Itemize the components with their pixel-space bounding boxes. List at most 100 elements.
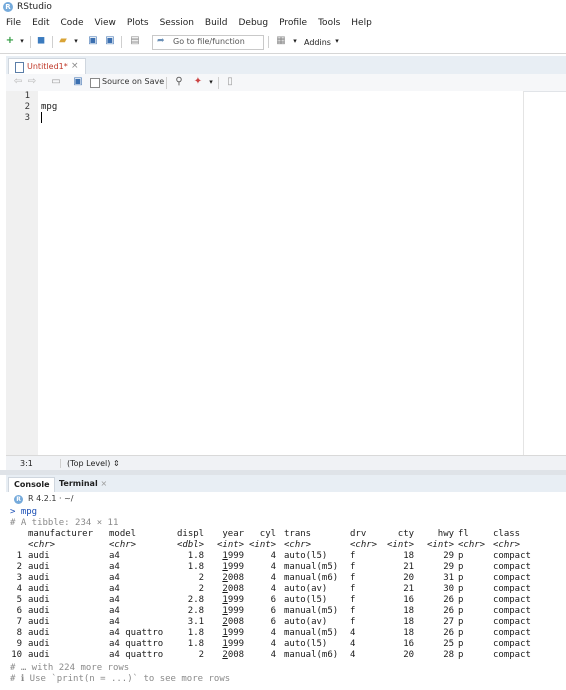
source-on-save-label: Source on Save <box>102 77 165 86</box>
scope-selector[interactable]: (Top Level) ⇕ <box>60 459 120 468</box>
editor-status-bar: 3:1 (Top Level) ⇕ <box>6 455 566 471</box>
console-output[interactable]: > mpg # A tibble: 234 × 11 manufacturer m… <box>6 507 566 690</box>
addins-dropdown-icon[interactable]: ▾ <box>331 35 343 47</box>
column-type: <chr> <box>28 540 56 550</box>
open-folder-icon[interactable]: ▰ <box>57 35 69 47</box>
table-cell: 4 <box>270 573 277 583</box>
pane-layout-icon[interactable]: ▦ <box>275 35 287 47</box>
new-project-icon[interactable]: ◼ <box>35 35 47 47</box>
table-cell: auto(l5) <box>284 639 328 649</box>
toolbar-divider <box>121 36 122 48</box>
go-to-arrow-icon: ➦ <box>157 36 165 46</box>
table-cell: audi <box>28 606 50 616</box>
pane-layout-dropdown-icon[interactable]: ▾ <box>289 35 301 47</box>
table-cell: 20 <box>403 650 415 660</box>
column-header: hwy <box>437 529 455 539</box>
addins-button[interactable]: Addins <box>304 38 331 47</box>
menu-session[interactable]: Session <box>154 15 199 31</box>
table-cell: compact <box>493 628 531 638</box>
forward-arrow-icon[interactable]: ⇨ <box>26 76 38 88</box>
column-header: class <box>493 529 521 539</box>
menu-file[interactable]: File <box>0 15 26 31</box>
new-file-icon[interactable]: + <box>4 35 16 47</box>
print-hint: # ℹ Use `print(n = ...)` to see more row… <box>10 674 231 684</box>
table-cell: 2 <box>198 584 205 594</box>
scope-updown-icon: ⇕ <box>112 459 120 468</box>
table-cell: 16 <box>403 595 415 605</box>
save-icon[interactable]: ▣ <box>87 35 99 47</box>
table-cell: a4 <box>109 617 120 627</box>
text-cursor <box>41 112 42 123</box>
row-index: 3 <box>16 573 23 583</box>
table-cell: 29 <box>443 551 455 561</box>
table-cell: 1999 <box>222 551 245 561</box>
close-tab-icon[interactable]: × <box>100 479 107 488</box>
table-cell: p <box>458 584 464 594</box>
column-type: <chr> <box>350 540 378 550</box>
back-arrow-icon[interactable]: ⇦ <box>12 76 24 88</box>
table-cell: a4 <box>109 551 120 561</box>
table-cell: audi <box>28 562 50 572</box>
menu-build[interactable]: Build <box>199 15 233 31</box>
tab-console[interactable]: Console <box>8 477 55 493</box>
table-cell: manual(m5) <box>284 562 339 572</box>
code-tools-dropdown-icon[interactable]: ▾ <box>205 76 217 88</box>
console-tab-bar: Console Terminal × <box>6 475 566 493</box>
table-cell: audi <box>28 639 50 649</box>
table-cell: compact <box>493 617 531 627</box>
column-header: drv <box>350 529 367 539</box>
table-cell: p <box>458 595 464 605</box>
show-in-window-icon[interactable]: ▭ <box>50 76 62 88</box>
menu-view[interactable]: View <box>89 15 121 31</box>
table-cell: 4 <box>350 628 356 638</box>
table-cell: 1999 <box>222 639 245 649</box>
table-cell: 4 <box>350 650 356 660</box>
menu-plots[interactable]: Plots <box>121 15 154 31</box>
table-cell: 18 <box>403 606 415 616</box>
row-index: 4 <box>16 584 23 594</box>
code-line[interactable]: mpg <box>41 102 57 112</box>
toolbar-divider <box>30 36 31 48</box>
table-cell: 26 <box>443 628 455 638</box>
search-icon[interactable]: ⚲ <box>173 76 185 88</box>
table-cell: 28 <box>443 650 455 660</box>
console-command: > mpg <box>10 507 38 517</box>
go-to-file-input[interactable]: ➦ Go to file/function <box>152 35 264 50</box>
table-cell: 4 <box>270 650 277 660</box>
table-cell: 2008 <box>222 573 245 583</box>
menu-profile[interactable]: Profile <box>273 15 312 31</box>
close-tab-icon[interactable]: × <box>71 61 79 71</box>
new-file-dropdown-icon[interactable]: ▾ <box>16 35 28 47</box>
menu-help[interactable]: Help <box>345 15 377 31</box>
table-cell: compact <box>493 584 531 594</box>
source-on-save-checkbox[interactable] <box>90 78 100 88</box>
compile-report-icon[interactable]: ▯ <box>224 76 236 88</box>
table-cell: 4 <box>270 562 277 572</box>
row-index: 2 <box>16 562 23 572</box>
menu-edit[interactable]: Edit <box>26 15 54 31</box>
open-recent-dropdown-icon[interactable]: ▾ <box>70 35 82 47</box>
table-cell: 6 <box>270 595 277 605</box>
table-cell: 2.8 <box>187 606 205 616</box>
print-icon[interactable]: ▤ <box>129 35 141 47</box>
tab-untitled1[interactable]: Untitled1* × <box>8 58 86 75</box>
table-cell: audi <box>28 573 50 583</box>
menu-code[interactable]: Code <box>55 15 89 31</box>
table-cell: 18 <box>403 628 415 638</box>
table-cell: a4 <box>109 606 120 616</box>
table-cell: 1999 <box>222 606 245 616</box>
table-cell: 4 <box>270 551 277 561</box>
menu-tools[interactable]: Tools <box>312 15 345 31</box>
tab-terminal[interactable]: Terminal × <box>56 477 109 492</box>
table-cell: 6 <box>270 617 277 627</box>
code-editor[interactable]: mpg <box>38 91 524 455</box>
toolbar-divider <box>52 36 53 48</box>
line-number: 2 <box>24 102 30 112</box>
save-all-icon[interactable]: ▣ <box>104 35 116 47</box>
code-tools-wand-icon[interactable]: ✦ <box>192 76 204 88</box>
table-cell: a4 <box>109 562 120 572</box>
column-type: <chr> <box>109 540 137 550</box>
table-cell: 21 <box>403 584 415 594</box>
menu-debug[interactable]: Debug <box>233 15 274 31</box>
save-file-icon[interactable]: ▣ <box>72 76 84 88</box>
